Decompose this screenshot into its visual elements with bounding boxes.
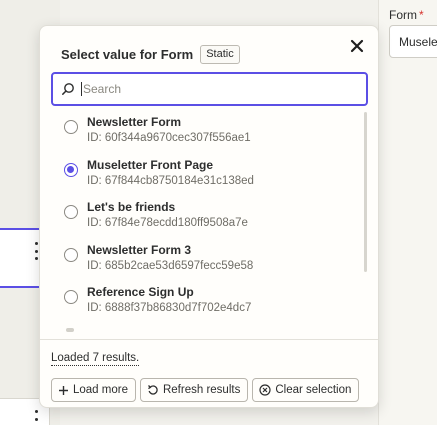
close-icon[interactable] [348,37,366,55]
load-more-label: Load more [73,384,128,396]
search-icon [62,83,74,95]
list-item[interactable]: Museletter Front Page ID: 67f844cb875018… [51,155,368,198]
clear-circle-icon [259,384,271,396]
form-label-text: Form [389,8,417,22]
clear-selection-button[interactable]: Clear selection [252,378,360,402]
next-item-peek [66,328,74,332]
list-item[interactable]: Let's be friends ID: 67f84e78ecdd180ff95… [51,197,368,240]
load-more-button[interactable]: Load more [51,378,136,402]
list-item[interactable]: Newsletter Form 3 ID: 685b2cae53d6597fec… [51,240,368,283]
select-value-popover: Select value for Form Static Newsletter … [39,25,379,408]
text-caret [81,82,82,96]
item-id: ID: 67f84e78ecdd180ff9508a7e [87,217,248,229]
step-menu-icon[interactable] [31,410,41,425]
item-name: Let's be friends [87,200,176,214]
footer-buttons: Load more Refresh results Clear selectio… [51,378,360,402]
refresh-label: Refresh results [162,384,241,396]
popover-header: Select value for Form Static [61,43,368,65]
item-id: ID: 60f344a9670cec307f556ae1 [87,132,251,144]
list-item[interactable]: Newsletter Form ID: 60f344a9670cec307f55… [51,112,368,155]
required-mark: * [419,8,424,22]
item-id: ID: 67f844cb8750184e31c138ed [87,174,254,187]
radio-button[interactable] [64,120,78,134]
item-name: Museletter Front Page [87,157,214,172]
results-list: Newsletter Form ID: 60f344a9670cec307f55… [51,112,368,332]
form-field-value: Musele [399,35,437,49]
item-id: ID: 685b2cae53d6597fecc59e58 [87,259,254,272]
refresh-icon [148,385,158,395]
settings-panel [378,0,437,425]
popover-title: Select value for Form [61,46,194,62]
form-field-input[interactable]: Musele [389,25,437,58]
item-name: Reference Sign Up [87,285,194,299]
static-badge: Static [200,44,240,64]
refresh-results-button[interactable]: Refresh results [139,378,249,402]
radio-button[interactable] [64,290,78,304]
results-status: Loaded 7 results. [51,352,140,366]
form-field-label: Form * [389,8,424,22]
radio-button[interactable] [64,205,78,219]
list-item[interactable]: Reference Sign Up ID: 6888f37b86830d7f70… [51,282,368,325]
results-scrollbar[interactable] [364,112,367,272]
radio-button[interactable] [64,247,78,262]
search-input[interactable] [83,82,353,96]
plus-icon [59,385,68,395]
radio-button-selected[interactable] [64,162,78,177]
search-field[interactable] [51,72,368,106]
item-name: Newsletter Form [87,115,182,129]
item-id: ID: 6888f37b86830d7f702e4dc7 [87,302,252,314]
divider [40,339,378,340]
item-name: Newsletter Form 3 [87,242,192,257]
clear-selection-label: Clear selection [275,384,352,396]
